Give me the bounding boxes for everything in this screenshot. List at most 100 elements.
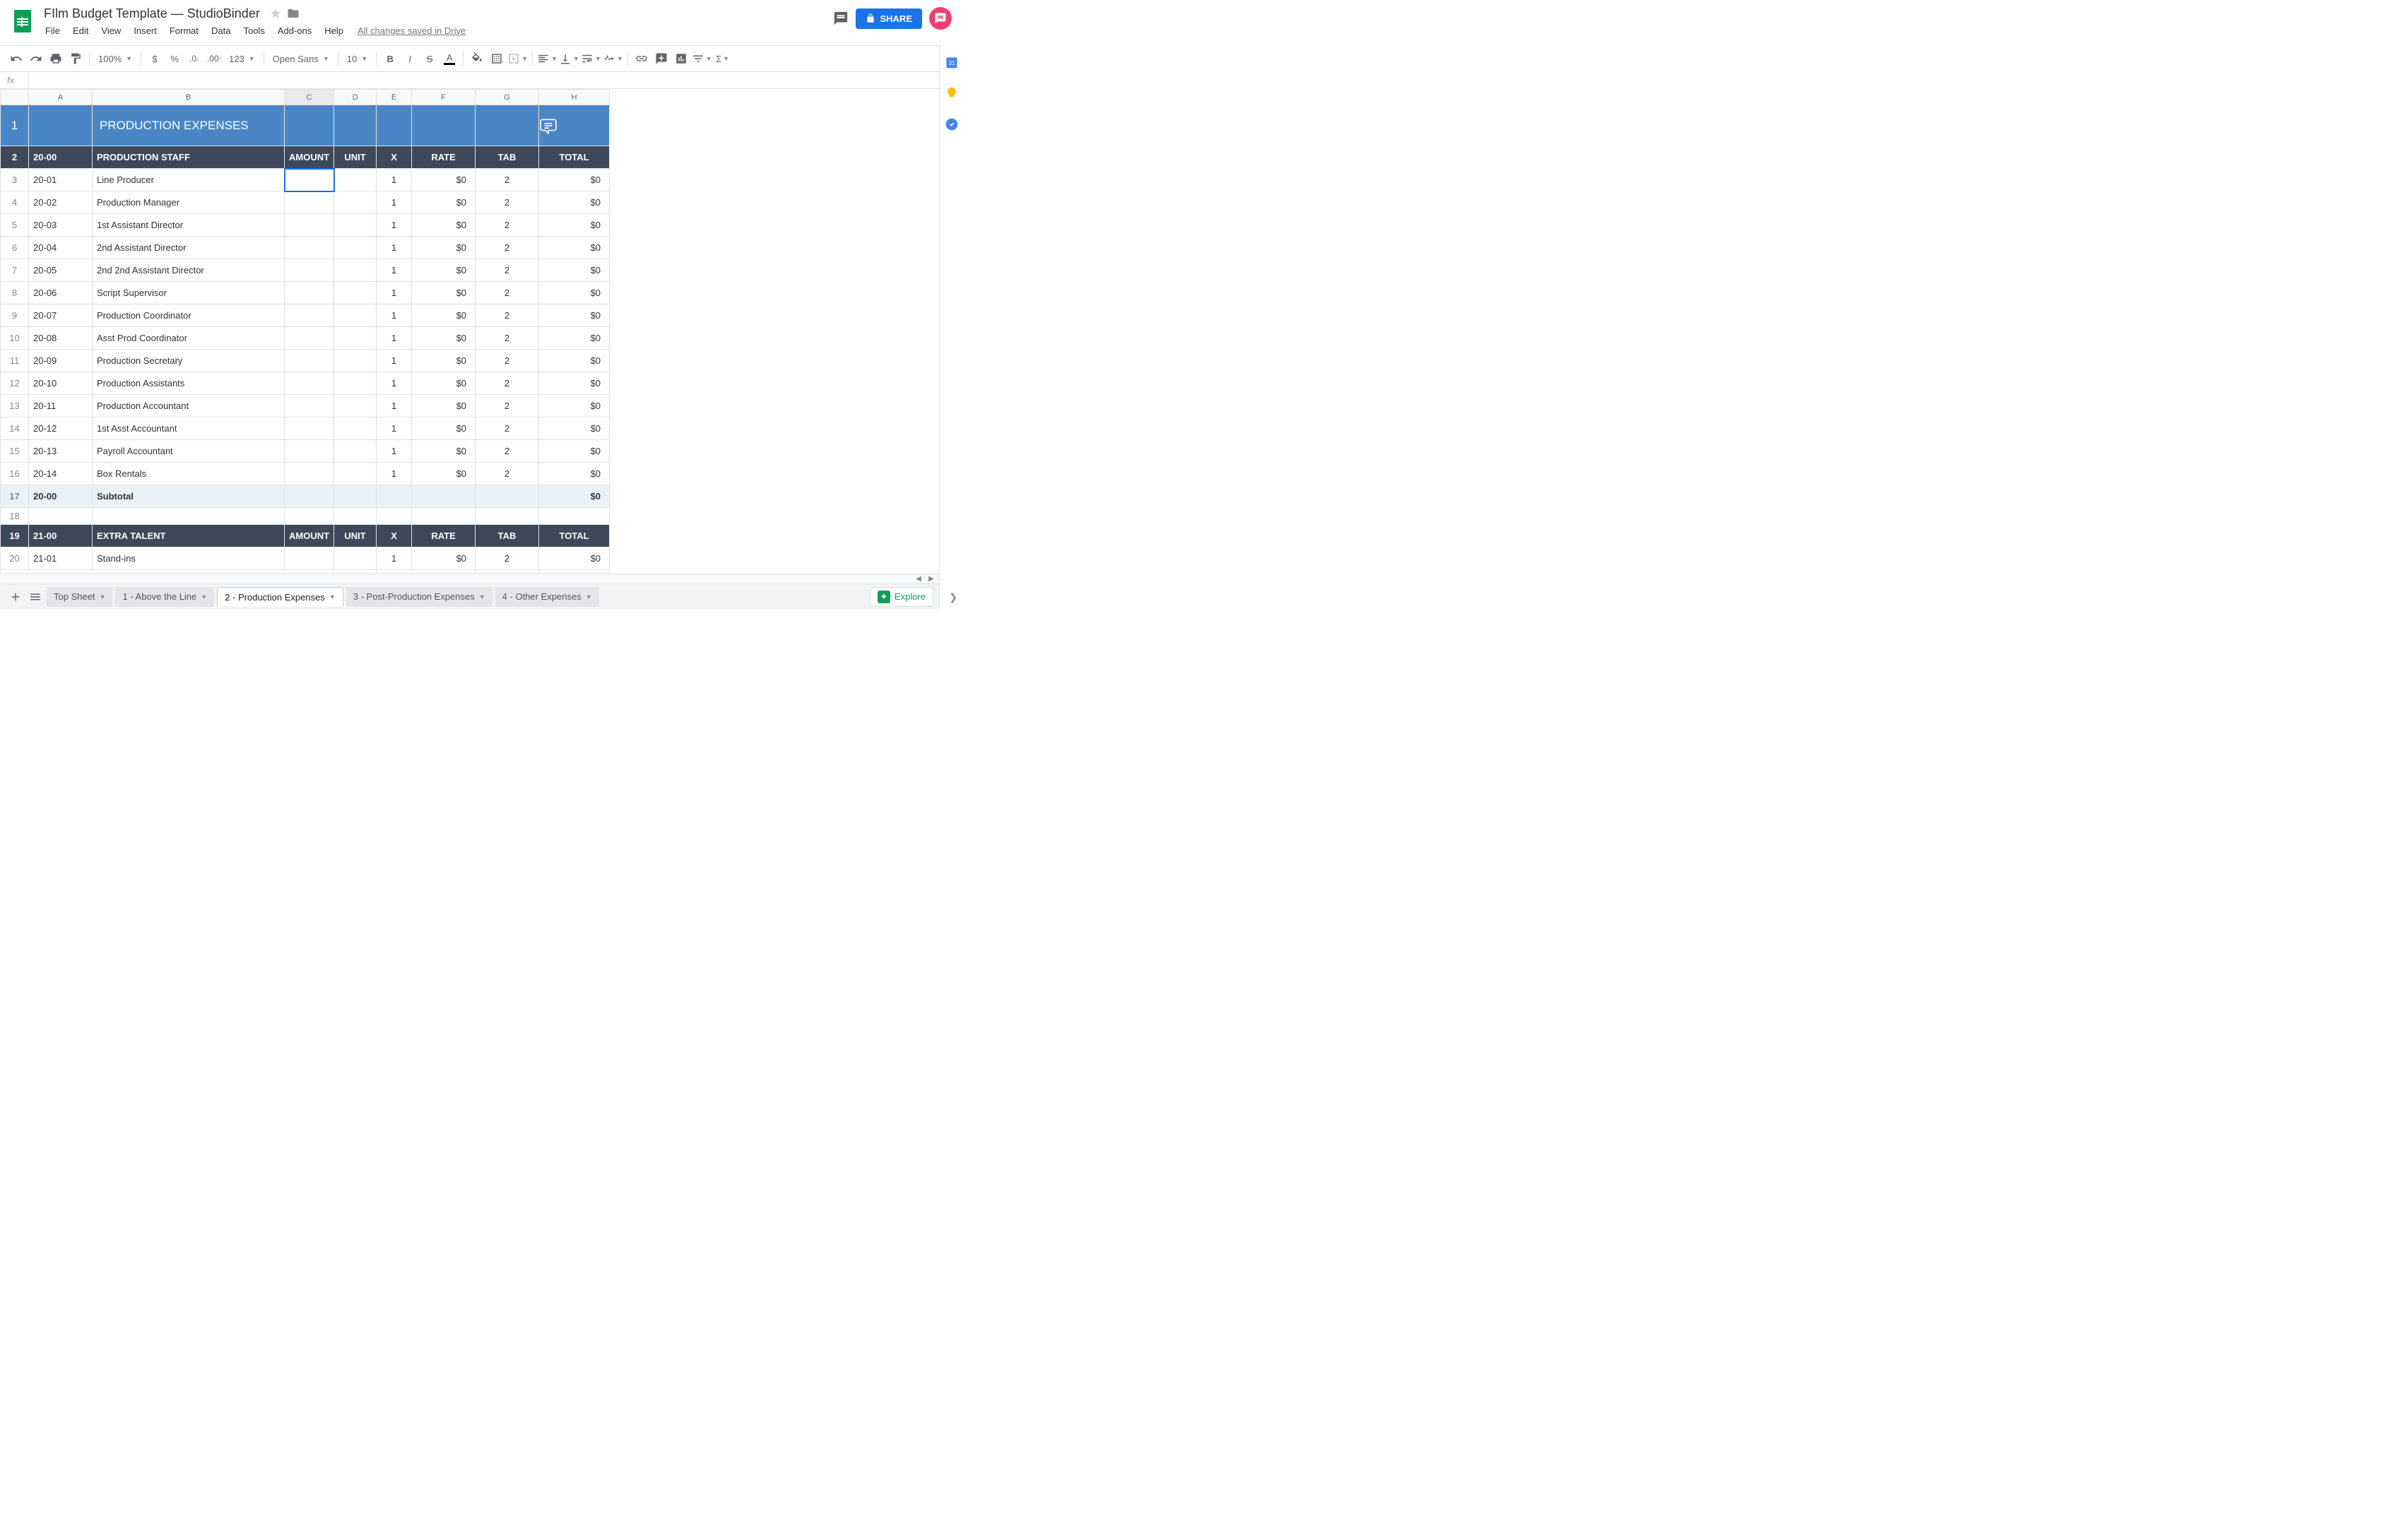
zoom-dropdown[interactable]: 100%▼ [94,49,136,68]
row-name[interactable]: 1st Asst Accountant [93,417,285,440]
comment-bubble-icon[interactable] [539,105,610,146]
rate-cell[interactable]: $0 [412,304,476,327]
column-header[interactable]: B [93,90,285,105]
row-code[interactable]: 20-02 [29,191,93,214]
increase-decimal-icon[interactable]: .00↑ [205,49,223,68]
currency-icon[interactable]: $ [146,49,164,68]
total-cell[interactable]: $0 [539,237,610,259]
explore-button[interactable]: ✦ Explore [870,587,933,607]
rate-cell[interactable]: $0 [412,169,476,191]
scroll-left-icon[interactable]: ◀ [914,575,923,583]
menu-data[interactable]: Data [206,23,236,39]
total-cell[interactable]: $0 [539,547,610,570]
column-header[interactable]: F [412,90,476,105]
section-code[interactable]: 20-00 [29,146,93,169]
title-cell[interactable]: PRODUCTION EXPENSES [93,105,285,146]
row-header[interactable]: 16 [1,463,29,485]
x-cell[interactable]: 1 [377,417,412,440]
total-cell[interactable]: $0 [539,463,610,485]
amount-cell[interactable] [285,463,334,485]
tab-cell[interactable]: 2 [476,191,539,214]
total-cell[interactable]: $0 [539,259,610,282]
row-code[interactable]: 20-04 [29,237,93,259]
amount-cell[interactable] [285,304,334,327]
row-header[interactable]: 19 [1,525,29,547]
amount-cell[interactable] [285,547,334,570]
unit-cell[interactable] [334,327,377,350]
x-cell[interactable]: 1 [377,463,412,485]
x-cell[interactable]: 1 [377,372,412,395]
chevron-down-icon[interactable]: ▼ [329,593,336,600]
amount-cell[interactable] [285,440,334,463]
row-header[interactable]: 5 [1,214,29,237]
save-status[interactable]: All changes saved in Drive [350,23,473,39]
menu-tools[interactable]: Tools [237,23,270,39]
rate-cell[interactable]: $0 [412,237,476,259]
menu-insert[interactable]: Insert [128,23,163,39]
tab-cell[interactable]: 2 [476,282,539,304]
sheet-tab[interactable]: 3 - Post-Production Expenses▼ [346,587,492,607]
amount-cell[interactable] [285,214,334,237]
number-format-dropdown[interactable]: 123▼ [225,49,259,68]
row-header[interactable]: 15 [1,440,29,463]
row-name[interactable]: 2nd Assistant Director [93,237,285,259]
undo-icon[interactable] [7,49,25,68]
sheet-tab[interactable]: Top Sheet▼ [47,587,112,607]
row-code[interactable]: 20-05 [29,259,93,282]
star-icon[interactable] [270,8,281,19]
tab-cell[interactable]: 2 [476,372,539,395]
tab-cell[interactable]: 2 [476,214,539,237]
x-cell[interactable]: 1 [377,395,412,417]
tab-cell[interactable]: 2 [476,169,539,191]
tab-cell[interactable]: 2 [476,304,539,327]
document-title[interactable]: FIlm Budget Template — StudioBinder [40,6,264,21]
total-cell[interactable]: $0 [539,350,610,372]
unit-cell[interactable] [334,169,377,191]
row-header[interactable]: 2 [1,146,29,169]
keep-icon[interactable] [945,86,959,100]
add-sheet-icon[interactable] [6,587,25,607]
total-cell[interactable]: $0 [539,327,610,350]
folder-icon[interactable] [287,7,300,20]
rate-cell[interactable]: $0 [412,547,476,570]
row-code[interactable]: 20-13 [29,440,93,463]
row-code[interactable]: 20-09 [29,350,93,372]
text-wrap-icon[interactable]: ▼ [581,49,601,68]
row-code[interactable]: 20-14 [29,463,93,485]
row-header[interactable]: 4 [1,191,29,214]
row-header[interactable]: 14 [1,417,29,440]
print-icon[interactable] [47,49,65,68]
unit-cell[interactable] [334,304,377,327]
rate-cell[interactable]: $0 [412,440,476,463]
total-cell[interactable]: $0 [539,304,610,327]
x-cell[interactable]: 1 [377,350,412,372]
percent-icon[interactable]: % [165,49,184,68]
amount-cell[interactable] [285,350,334,372]
row-code[interactable]: 20-07 [29,304,93,327]
tab-cell[interactable]: 2 [476,350,539,372]
rate-cell[interactable]: $0 [412,214,476,237]
row-name[interactable]: Production Coordinator [93,304,285,327]
all-sheets-icon[interactable] [25,587,45,607]
row-header[interactable]: 20 [1,547,29,570]
tab-cell[interactable]: 2 [476,417,539,440]
section-name[interactable]: PRODUCTION STAFF [93,146,285,169]
row-code[interactable]: 20-03 [29,214,93,237]
row-name[interactable]: Payroll Accountant [93,440,285,463]
row-header[interactable]: 3 [1,169,29,191]
row-name[interactable]: Production Assistants [93,372,285,395]
unit-cell[interactable] [334,191,377,214]
amount-cell[interactable] [285,327,334,350]
unit-cell[interactable] [334,463,377,485]
row-name[interactable]: Production Secretary [93,350,285,372]
amount-cell[interactable] [285,417,334,440]
total-cell[interactable]: $0 [539,372,610,395]
row-header[interactable]: 17 [1,485,29,508]
section-name[interactable]: EXTRA TALENT [93,525,285,547]
borders-icon[interactable] [488,49,506,68]
font-dropdown[interactable]: Open Sans▼ [268,49,334,68]
comments-icon[interactable] [833,11,849,26]
tab-cell[interactable]: 2 [476,463,539,485]
row-code[interactable]: 20-11 [29,395,93,417]
row-name[interactable]: Asst Prod Coordinator [93,327,285,350]
